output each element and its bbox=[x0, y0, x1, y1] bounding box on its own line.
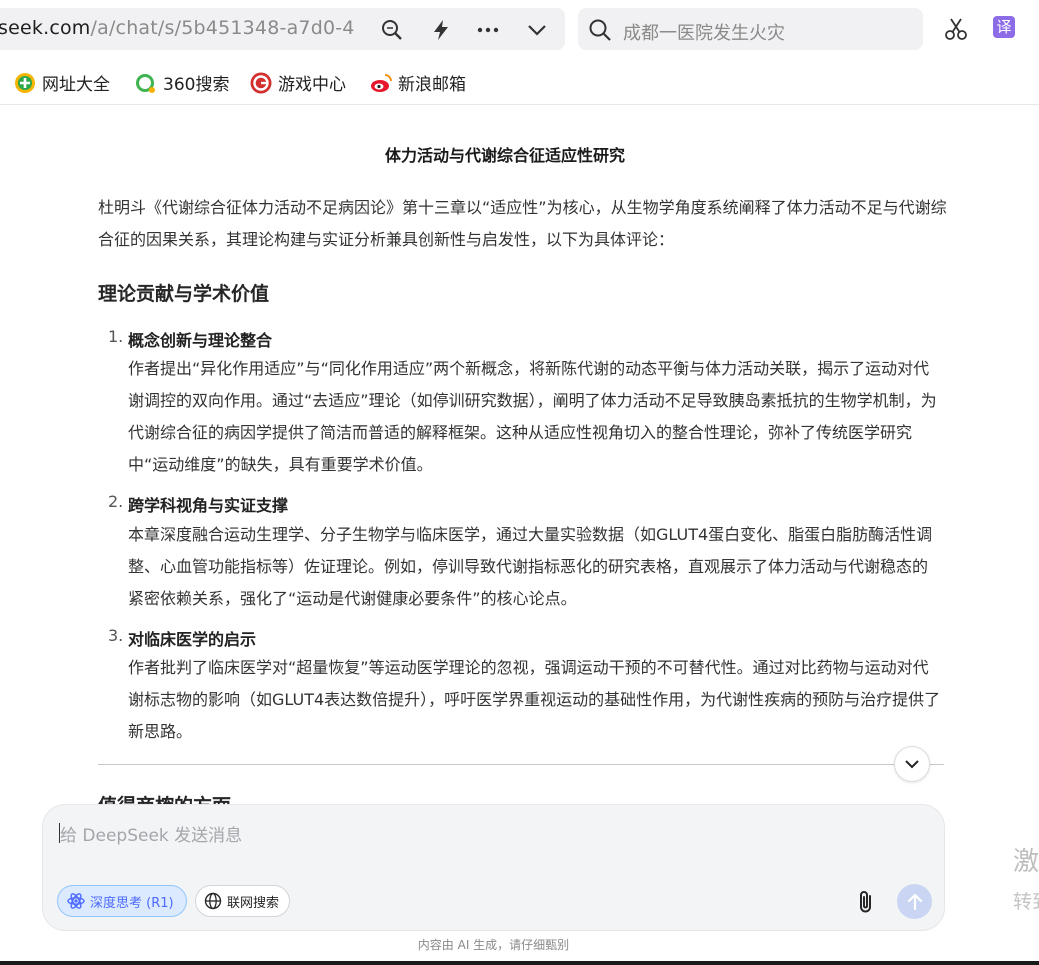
article-title: 体力活动与代谢综合征适应性研究 bbox=[384, 146, 625, 165]
list-item-title: 对临床医学的启示 bbox=[128, 630, 257, 649]
faded-side-text: 转到 bbox=[1013, 891, 1039, 913]
list-item-title: 跨学科视角与实证支撑 bbox=[128, 496, 289, 515]
list-number: 2. bbox=[108, 492, 124, 511]
bookmark-wangzhi[interactable]: 网址大全 bbox=[14, 70, 110, 95]
ai-disclaimer: 内容由 AI 生成，请仔细甄别 bbox=[417, 938, 570, 952]
list-number: 1. bbox=[108, 327, 124, 346]
wangzhi-icon bbox=[14, 72, 36, 94]
message-input[interactable]: 给 DeepSeek 发送消息 bbox=[60, 821, 242, 846]
bookmark-360-search[interactable]: 360搜索 bbox=[135, 70, 229, 95]
taskbar-edge bbox=[0, 961, 1039, 965]
list-item-body: 本章深度融合运动生理学、分子生物学与临床医学，通过大量实验数据（如GLUT4蛋白… bbox=[128, 525, 933, 608]
list-number: 3. bbox=[108, 626, 124, 645]
sina-mail-icon bbox=[370, 72, 392, 94]
search-box[interactable]: 成都一医院发生火灾 bbox=[578, 8, 923, 50]
search-icon bbox=[588, 18, 612, 46]
send-button[interactable] bbox=[897, 884, 932, 919]
more-dots-icon[interactable] bbox=[477, 19, 499, 41]
article-intro: 杜明斗《代谢综合征体力活动不足病因论》第十三章以“适应性”为核心，从生物学角度系… bbox=[98, 198, 947, 249]
section-divider bbox=[98, 764, 944, 765]
bookmark-sina-mail[interactable]: 新浪邮箱 bbox=[370, 70, 466, 95]
translate-icon[interactable]: 译 bbox=[993, 16, 1015, 38]
chat-message-area: 体力活动与代谢综合征适应性研究 杜明斗《代谢综合征体力活动不足病因论》第十三章以… bbox=[0, 105, 1039, 805]
list-item-body: 作者批判了临床医学对“超量恢复”等运动医学理论的忽视，强调运动干预的不可替代性。… bbox=[128, 658, 941, 741]
zoom-search-icon[interactable] bbox=[381, 19, 403, 41]
attach-file-icon[interactable] bbox=[856, 889, 876, 919]
arrow-up-icon bbox=[907, 893, 922, 910]
globe-icon bbox=[204, 892, 222, 910]
lightning-icon[interactable] bbox=[430, 19, 452, 41]
section-heading: 值得商榷的方面 bbox=[98, 791, 231, 805]
game-center-icon bbox=[250, 72, 272, 94]
chevron-down-icon[interactable] bbox=[526, 19, 548, 41]
web-search-toggle[interactable]: 联网搜索 bbox=[195, 885, 291, 917]
atom-icon bbox=[67, 893, 85, 909]
search-placeholder: 成都一医院发生火灾 bbox=[623, 23, 785, 44]
chevron-down-icon bbox=[905, 760, 919, 769]
message-composer[interactable]: 给 DeepSeek 发送消息 深度思考 (R1) 联网搜索 bbox=[43, 805, 944, 930]
scissors-icon[interactable] bbox=[944, 17, 968, 45]
scroll-to-bottom-button[interactable] bbox=[894, 746, 930, 782]
bookmark-game-center[interactable]: 游戏中心 bbox=[250, 70, 346, 95]
bookmarks-bar: 网址大全 360搜索 游戏中心 新浪邮箱 bbox=[0, 58, 1039, 105]
browser-toolbar: seek.com/a/chat/s/5b451348-a7d0-4 成都一医院发… bbox=[0, 0, 1039, 58]
section-heading: 理论贡献与学术价值 bbox=[98, 283, 270, 305]
list-item-body: 作者提出“异化作用适应”与“同化作用适应”两个新概念，将新陈代谢的动态平衡与体力… bbox=[128, 359, 937, 474]
list-item-title: 概念创新与理论整合 bbox=[128, 331, 273, 350]
address-bar[interactable]: seek.com/a/chat/s/5b451348-a7d0-4 bbox=[0, 8, 565, 50]
url-text[interactable]: seek.com/a/chat/s/5b451348-a7d0-4 bbox=[0, 17, 355, 39]
faded-side-text: 激 bbox=[1013, 847, 1039, 877]
360-search-icon bbox=[135, 72, 157, 94]
deep-think-toggle[interactable]: 深度思考 (R1) bbox=[57, 885, 187, 917]
